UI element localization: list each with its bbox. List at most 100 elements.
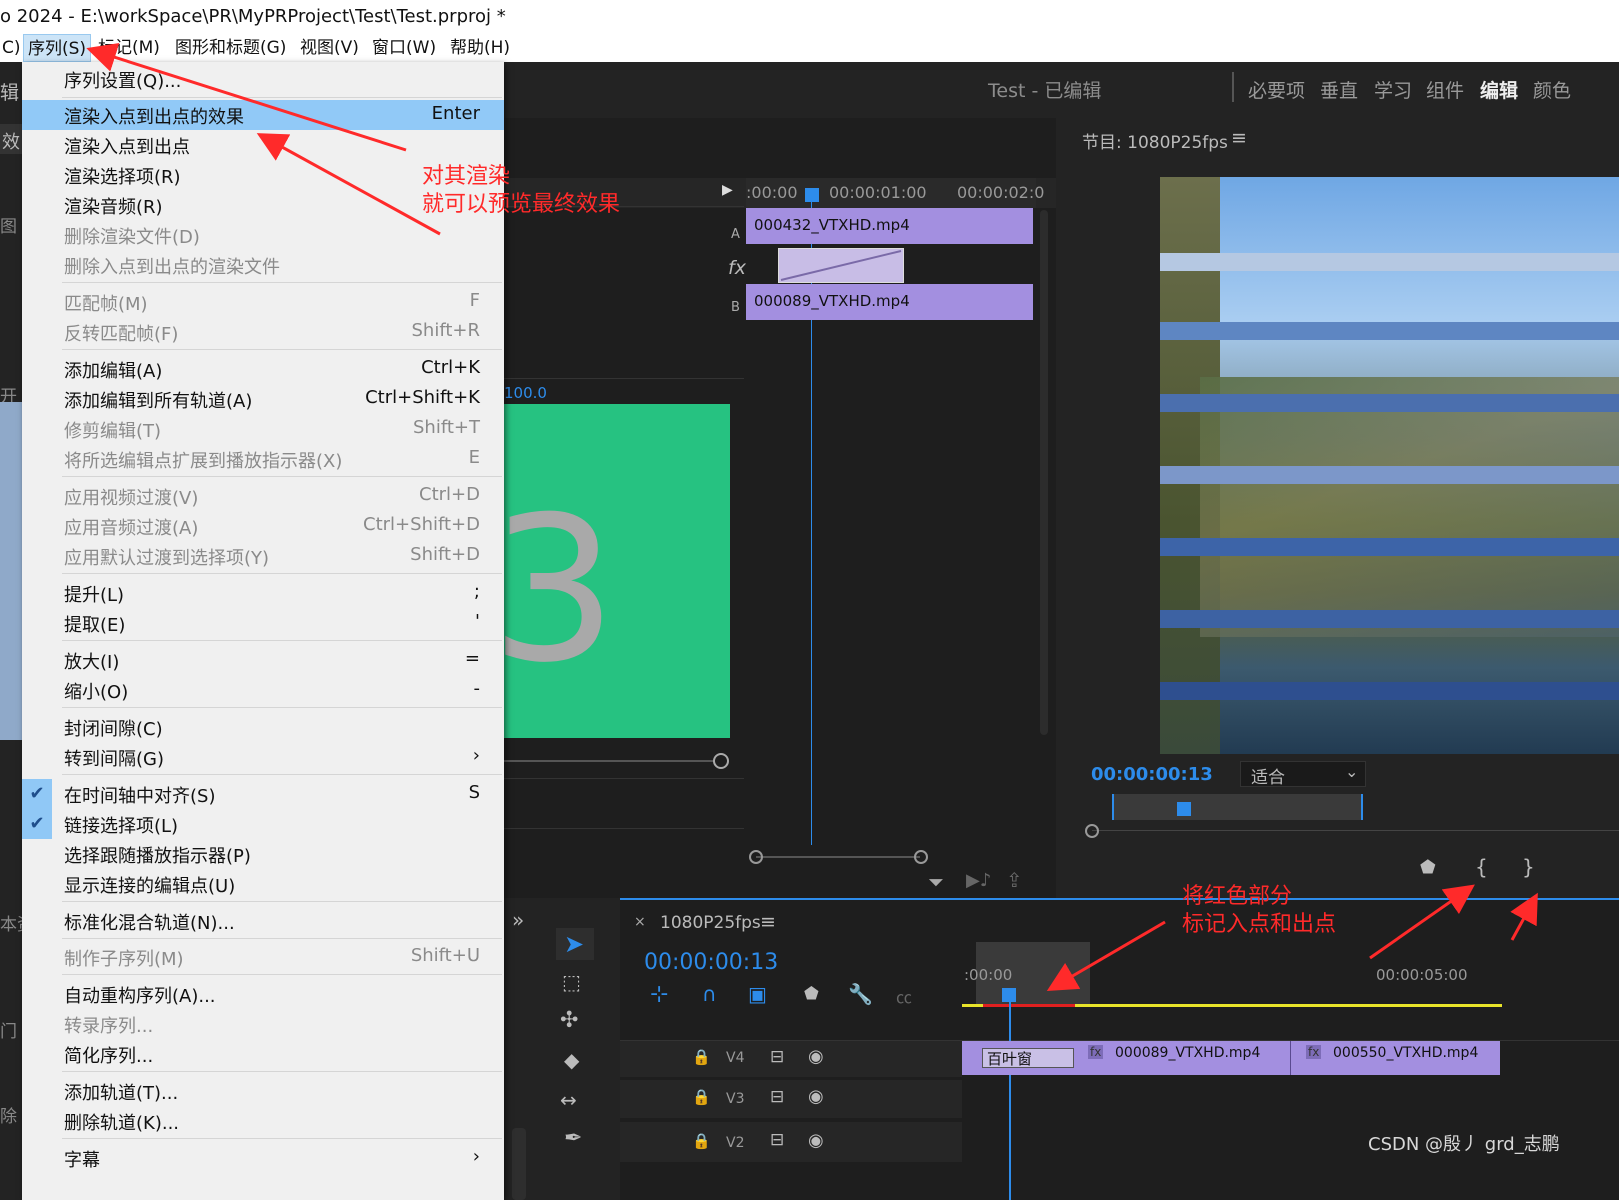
- lock-icon[interactable]: 🔒: [692, 1088, 711, 1106]
- track-header-v4[interactable]: 🔒 V4 ⊟ ◉: [620, 1041, 962, 1077]
- close-icon[interactable]: ×: [634, 914, 646, 930]
- filter-icon[interactable]: ⏷: [928, 870, 944, 894]
- value-field[interactable]: 100.0: [504, 384, 547, 402]
- menu-item-render-in-out[interactable]: 渲染入点到出点: [22, 130, 504, 160]
- menu-item-render-effects-in-out[interactable]: 渲染入点到出点的效果 Enter: [22, 100, 504, 130]
- menu-item-reverse-match-frame[interactable]: 反转匹配帧(F) Shift+R: [22, 317, 504, 347]
- menu-item-delete-in-out-render-files[interactable]: 删除入点到出点的渲染文件: [22, 250, 504, 280]
- menu-item-apply-default-transition[interactable]: 应用默认过渡到选择项(Y) Shift+D: [22, 541, 504, 571]
- menu-item-lift[interactable]: 提升(L);: [22, 578, 504, 608]
- menu-item-selection-follows-playhead[interactable]: 选择跟随播放指示器(P): [22, 839, 504, 869]
- menu-item-extract[interactable]: 提取(E) ': [22, 608, 504, 638]
- program-playhead[interactable]: [1177, 802, 1191, 816]
- zoom-slider-track[interactable]: [504, 760, 714, 762]
- add-marker-timeline-icon[interactable]: ⬟: [804, 984, 819, 1004]
- menu-window[interactable]: 窗口(W): [368, 34, 440, 62]
- program-mini-timeline[interactable]: [1112, 794, 1363, 820]
- play-arrow-icon[interactable]: ▶: [722, 182, 733, 198]
- ripple-edit-tool-icon[interactable]: ✣: [560, 1008, 578, 1033]
- menu-item-linked-selection[interactable]: ✔ 链接选择项(L): [22, 809, 504, 839]
- selection-tool-icon[interactable]: ➤: [564, 930, 584, 958]
- menu-item-apply-video-transition[interactable]: 应用视频过渡(V) Ctrl+D: [22, 481, 504, 511]
- timeline-clip-label[interactable]: 000550_VTXHD.mp4: [1333, 1045, 1478, 1061]
- program-timecode[interactable]: 00:00:00:13: [1091, 764, 1213, 785]
- menu-item-transcribe-sequence[interactable]: 转录序列...: [22, 1009, 504, 1039]
- left-fragment[interactable]: 效: [2, 128, 20, 154]
- timeline-clip-label[interactable]: 000089_VTXHD.mp4: [1115, 1045, 1260, 1061]
- workspace-tab-color[interactable]: 颜色: [1533, 76, 1571, 103]
- menu-item-delete-tracks[interactable]: 删除轨道(K)...: [22, 1106, 504, 1136]
- menu-help[interactable]: 帮助(H): [446, 34, 514, 62]
- nest-icon[interactable]: ⊹: [650, 982, 668, 1007]
- track-header-v2[interactable]: 🔒 V2 ⊟ ◉: [620, 1122, 962, 1162]
- program-zoom-bar[interactable]: [1092, 830, 1619, 831]
- menu-graphics[interactable]: 图形和标题(G): [171, 34, 290, 62]
- menu-item-snap-in-timeline[interactable]: ✔ 在时间轴中对齐(S) S: [22, 779, 504, 809]
- eye-icon[interactable]: ◉: [808, 1046, 824, 1067]
- program-video-frame[interactable]: [1160, 177, 1619, 754]
- pen-tool-icon[interactable]: ✒: [564, 1126, 582, 1151]
- menu-item-sequence-settings[interactable]: 序列设置(Q)...: [22, 64, 504, 94]
- menu-item-make-subsequence[interactable]: 制作子序列(M) Shift+U: [22, 942, 504, 972]
- wrench-icon[interactable]: 🔧: [848, 982, 873, 1006]
- menu-clip[interactable]: C): [0, 34, 25, 62]
- scroll-handle-right[interactable]: [914, 850, 928, 864]
- menu-item-zoom-out[interactable]: 缩小(O) -: [22, 675, 504, 705]
- menu-item-trim-edit[interactable]: 修剪编辑(T) Shift+T: [22, 414, 504, 444]
- linked-selection-icon[interactable]: ▣: [748, 982, 767, 1006]
- scroll-handle-left[interactable]: [749, 850, 763, 864]
- transition-clip[interactable]: 百叶窗: [982, 1048, 1074, 1068]
- playhead-marker[interactable]: [805, 188, 819, 202]
- lock-icon[interactable]: 🔒: [692, 1132, 711, 1150]
- menu-item-zoom-in[interactable]: 放大(I) =: [22, 645, 504, 675]
- eye-icon[interactable]: ◉: [808, 1086, 824, 1107]
- menu-item-delete-render-files[interactable]: 删除渲染文件(D): [22, 220, 504, 250]
- menu-item-normalize-mix-track[interactable]: 标准化混合轨道(N)...: [22, 906, 504, 936]
- sync-lock-icon[interactable]: ⊟: [770, 1087, 784, 1107]
- expand-panels-icon[interactable]: »: [512, 908, 524, 932]
- menu-item-captions[interactable]: 字幕 ›: [22, 1143, 504, 1173]
- slip-tool-icon[interactable]: ↔: [560, 1088, 577, 1112]
- menu-item-show-through-edits[interactable]: 显示连接的编辑点(U): [22, 869, 504, 899]
- vertical-scrollbar[interactable]: [1040, 210, 1048, 735]
- mark-in-icon[interactable]: {: [1475, 855, 1488, 879]
- horizontal-scrollbar[interactable]: [756, 856, 920, 858]
- menu-item-add-tracks[interactable]: 添加轨道(T)...: [22, 1076, 504, 1106]
- timeline-timecode[interactable]: 00:00:00:13: [644, 950, 778, 975]
- clip-b[interactable]: 000089_VTXHD.mp4: [746, 284, 1033, 320]
- track-header-v3[interactable]: 🔒 V3 ⊟ ◉: [620, 1080, 962, 1118]
- menu-item-auto-reframe[interactable]: 自动重构序列(A)...: [22, 979, 504, 1009]
- sequence-tab[interactable]: 1080P25fps: [660, 913, 761, 933]
- program-zoom-handle[interactable]: [1085, 824, 1099, 838]
- workspace-tab-vertical[interactable]: 垂直: [1320, 76, 1358, 103]
- menu-markers[interactable]: 标记(M): [94, 34, 164, 62]
- workspace-tab-editing[interactable]: 编辑: [1480, 76, 1518, 103]
- play-audio-icon[interactable]: ▶♪: [966, 870, 991, 891]
- export-icon[interactable]: ⇪: [1006, 868, 1023, 892]
- transition-block[interactable]: [778, 248, 904, 283]
- menu-item-close-gap[interactable]: 封闭间隙(C): [22, 712, 504, 742]
- fit-dropdown[interactable]: 适合 ⌄: [1240, 761, 1366, 788]
- menu-item-add-edit-all-tracks[interactable]: 添加编辑到所有轨道(A) Ctrl+Shift+K: [22, 384, 504, 414]
- zoom-slider-handle[interactable]: [713, 753, 729, 769]
- menu-item-add-edit[interactable]: 添加编辑(A) Ctrl+K: [22, 354, 504, 384]
- snap-icon[interactable]: ∩: [702, 982, 717, 1006]
- menu-item-apply-audio-transition[interactable]: 应用音频过渡(A) Ctrl+Shift+D: [22, 511, 504, 541]
- menu-item-simplify-sequence[interactable]: 简化序列...: [22, 1039, 504, 1069]
- menu-view[interactable]: 视图(V): [296, 34, 363, 62]
- workspace-tab-learning[interactable]: 学习: [1374, 76, 1412, 103]
- panel-menu-icon[interactable]: ≡: [1231, 127, 1247, 149]
- timeline-menu-icon[interactable]: ≡: [760, 911, 776, 933]
- menu-sequence[interactable]: 序列(S): [23, 34, 92, 62]
- sync-lock-icon[interactable]: ⊟: [770, 1130, 784, 1150]
- clip-a[interactable]: 000432_VTXHD.mp4: [746, 208, 1033, 244]
- eye-icon[interactable]: ◉: [808, 1130, 824, 1151]
- add-marker-icon[interactable]: ⬟: [1420, 857, 1436, 878]
- lock-icon[interactable]: 🔒: [692, 1048, 711, 1066]
- menu-item-extend-edit[interactable]: 将所选编辑点扩展到播放指示器(X) E: [22, 444, 504, 474]
- menu-item-match-frame[interactable]: 匹配帧(M) F: [22, 287, 504, 317]
- menu-item-go-to-gap[interactable]: 转到间隔(G) ›: [22, 742, 504, 772]
- razor-tool-icon[interactable]: ◆: [564, 1048, 579, 1072]
- mark-out-icon[interactable]: }: [1522, 855, 1535, 879]
- sync-lock-icon[interactable]: ⊟: [770, 1047, 784, 1067]
